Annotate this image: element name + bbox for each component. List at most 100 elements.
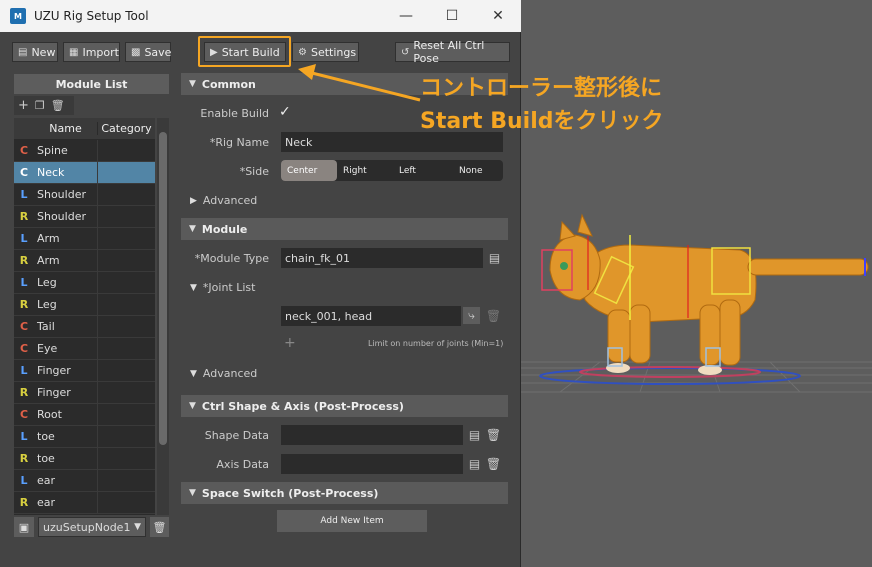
- collapse-arrow-icon: ▼: [189, 224, 196, 234]
- new-button[interactable]: ▤ New: [12, 42, 58, 62]
- module-name: Shoulder: [34, 184, 98, 205]
- duplicate-icon[interactable]: ❐: [35, 99, 45, 112]
- rig-name-field[interactable]: Neck: [281, 132, 503, 152]
- module-name: Leg: [34, 294, 98, 315]
- module-name: Tail: [34, 316, 98, 337]
- delete-joint-icon[interactable]: 🗑: [485, 307, 502, 324]
- collapse-arrow-icon: ▼: [189, 79, 196, 89]
- joint-field[interactable]: neck_001, head: [281, 306, 461, 326]
- module-row[interactable]: Ltoe: [14, 426, 155, 448]
- import-label: Import: [82, 45, 119, 59]
- annotation-line1: コントローラー整形後に: [420, 76, 663, 101]
- settings-label: Settings: [310, 45, 357, 59]
- module-row[interactable]: C Root: [14, 404, 155, 426]
- module-name: Finger: [34, 382, 98, 403]
- module-row[interactable]: R Finger: [14, 382, 155, 404]
- module-name: Leg: [34, 272, 98, 293]
- joint-list-toggle[interactable]: ▼ *Joint List: [190, 281, 255, 294]
- shape-data-field[interactable]: [281, 425, 463, 445]
- collapse-arrow-icon: ▼: [189, 488, 196, 498]
- folder-icon: ▦: [69, 46, 79, 58]
- enable-build-checkbox[interactable]: ✓: [279, 104, 291, 120]
- module-row[interactable]: C Spine: [14, 140, 155, 162]
- shape-data-label: Shape Data: [204, 429, 269, 442]
- trash-icon[interactable]: 🗑: [51, 99, 65, 112]
- collapse-arrow-icon: ▼: [189, 401, 196, 411]
- save-button[interactable]: ▩ Save: [125, 42, 171, 62]
- shape-data-delete-icon[interactable]: 🗑: [485, 426, 502, 443]
- add-new-item-button[interactable]: Add New Item: [277, 510, 427, 532]
- add-joint-icon[interactable]: +: [284, 335, 296, 351]
- axis-data-field[interactable]: [281, 454, 463, 474]
- reset-ctrl-pose-button[interactable]: ↺ Reset All Ctrl Pose: [395, 39, 510, 65]
- pick-joint-icon[interactable]: ⤷: [463, 307, 480, 324]
- save-icon: ▩: [131, 46, 141, 58]
- enable-build-label: Enable Build: [200, 107, 269, 120]
- reset-icon: ↺: [401, 46, 410, 58]
- side-option-center[interactable]: Center: [281, 160, 337, 181]
- side-badge: R: [19, 298, 29, 311]
- module-row[interactable]: R Arm: [14, 250, 155, 272]
- col-category[interactable]: Category: [98, 122, 155, 135]
- module-row[interactable]: C Neck: [14, 162, 155, 184]
- module-row[interactable]: C Eye: [14, 338, 155, 360]
- title-bar[interactable]: M UZU Rig Setup Tool — ☐ ✕: [0, 0, 521, 32]
- common-title: Common: [201, 77, 256, 91]
- joint-list-label: *Joint List: [202, 281, 256, 294]
- space-switch-title: Space Switch (Post-Process): [201, 486, 379, 500]
- module-section-header[interactable]: ▼ Module: [181, 218, 508, 240]
- module-type-field[interactable]: chain_fk_01: [281, 248, 483, 268]
- annotation-line2: Start Buildをクリック: [420, 109, 664, 134]
- module-title: Module: [201, 222, 248, 236]
- add-icon[interactable]: +: [18, 98, 29, 113]
- module-name: toe: [34, 426, 98, 447]
- module-row[interactable]: C Tail: [14, 316, 155, 338]
- axis-data-label: Axis Data: [216, 458, 269, 471]
- module-row[interactable]: R Leg: [14, 294, 155, 316]
- side-badge: R: [19, 210, 29, 223]
- expand-arrow-icon: ▶: [190, 195, 197, 206]
- side-badge: R: [19, 254, 29, 267]
- delete-node-icon[interactable]: 🗑: [150, 517, 169, 537]
- module-row[interactable]: Rear: [14, 492, 155, 514]
- start-build-highlight: [198, 36, 291, 67]
- advanced-label: Advanced: [202, 194, 258, 207]
- module-name: ear: [34, 492, 98, 513]
- settings-button[interactable]: ⚙ Settings: [292, 42, 359, 62]
- module-name: Arm: [34, 250, 98, 271]
- side-option-none[interactable]: None: [449, 166, 503, 176]
- module-row[interactable]: L Leg: [14, 272, 155, 294]
- side-option-left[interactable]: Left: [393, 166, 449, 176]
- chevron-down-icon: ▼: [134, 522, 141, 532]
- col-name[interactable]: Name: [34, 122, 98, 135]
- annotation-arrow: [298, 64, 421, 102]
- module-name: ear: [34, 470, 98, 491]
- common-advanced-toggle[interactable]: ▶ Advanced: [190, 194, 257, 207]
- ctrl-shape-section-header[interactable]: ▼ Ctrl Shape & Axis (Post-Process): [181, 395, 508, 417]
- side-badge: L: [20, 232, 28, 245]
- advanced-label: Advanced: [202, 367, 258, 380]
- setup-node-select[interactable]: uzuSetupNode1 ▼: [38, 517, 146, 537]
- module-advanced-toggle[interactable]: ▼ Advanced: [190, 367, 257, 380]
- select-node-icon[interactable]: ▣: [14, 517, 34, 537]
- module-type-browse-icon[interactable]: ▤: [486, 249, 503, 266]
- minimize-icon[interactable]: —: [383, 0, 429, 32]
- module-row[interactable]: L Shoulder: [14, 184, 155, 206]
- axis-data-delete-icon[interactable]: 🗑: [485, 455, 502, 472]
- maximize-icon[interactable]: ☐: [429, 0, 475, 32]
- scrollbar-thumb[interactable]: [159, 132, 167, 445]
- module-row[interactable]: L Arm: [14, 228, 155, 250]
- module-row[interactable]: L Finger: [14, 360, 155, 382]
- shape-data-browse-icon[interactable]: ▤: [466, 426, 483, 443]
- module-row[interactable]: R Shoulder: [14, 206, 155, 228]
- import-button[interactable]: ▦ Import: [63, 42, 120, 62]
- space-switch-section-header[interactable]: ▼ Space Switch (Post-Process): [181, 482, 508, 504]
- module-row[interactable]: Lear: [14, 470, 155, 492]
- setup-node-value: uzuSetupNode1: [43, 520, 131, 534]
- module-row[interactable]: Rtoe: [14, 448, 155, 470]
- close-icon[interactable]: ✕: [475, 0, 521, 32]
- module-table: C Spine C Neck L Shoulder R Shoulder L Arm R Arm L Le…: [14, 118, 155, 515]
- side-badge: C: [19, 320, 29, 333]
- axis-data-browse-icon[interactable]: ▤: [466, 455, 483, 472]
- side-option-right[interactable]: Right: [337, 166, 393, 176]
